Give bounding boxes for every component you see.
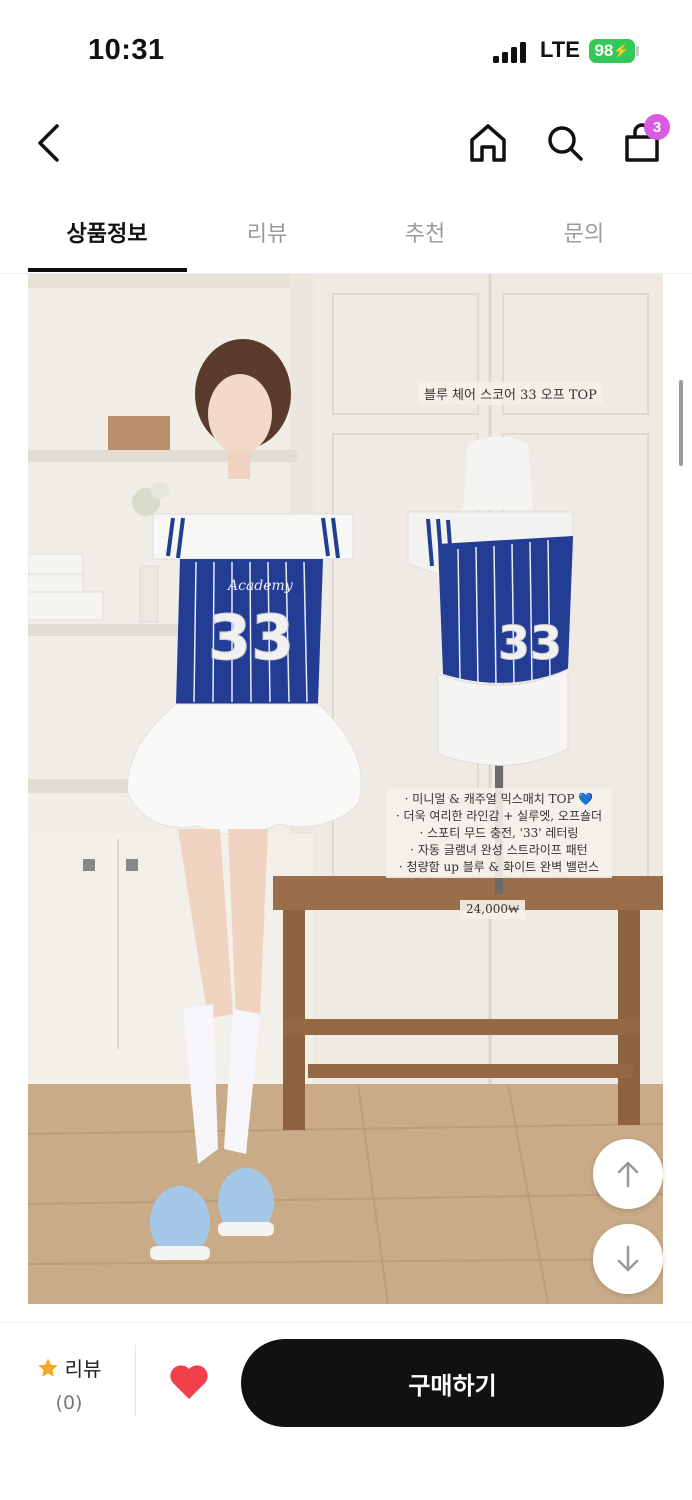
battery-icon: 98 ⚡ [589, 39, 635, 63]
jersey-script: Academy [226, 578, 294, 594]
arrow-up-icon [617, 1161, 639, 1188]
scroll-top-button[interactable] [593, 1139, 663, 1209]
mannequin-jersey-number: 33 [498, 616, 562, 670]
feature-line: · 자동 글램녀 완성 스트라이프 패턴 [410, 843, 588, 857]
product-caption-title: 블루 체어 스코어 33 오프 TOP [418, 382, 603, 405]
status-time: 10:31 [88, 34, 165, 66]
wishlist-button[interactable] [164, 1357, 214, 1407]
divider [135, 1345, 136, 1417]
arrow-down-icon [617, 1245, 639, 1272]
search-icon [548, 126, 583, 161]
battery-tip [636, 46, 639, 56]
tab-recommend[interactable]: 추천 [346, 190, 504, 274]
product-price-caption: 24,000₩ [460, 900, 526, 919]
scroll-bottom-button[interactable] [593, 1224, 663, 1294]
network-label: LTE [540, 37, 580, 62]
active-tab-indicator [28, 268, 187, 272]
status-bar: 10:31 LTE 98 ⚡ [0, 0, 692, 100]
heart-icon [170, 1365, 208, 1399]
tab-bar: 상품정보 리뷰 추천 문의 [0, 190, 692, 274]
product-photo: 33 Academy 33 블루 체어 스코어 33 오프 TOP · 미니멀 … [28, 274, 663, 1304]
tab-inquiry[interactable]: 문의 [505, 190, 663, 274]
scrollbar[interactable] [679, 380, 683, 466]
home-icon [470, 124, 506, 162]
star-icon [37, 1357, 58, 1377]
buy-button[interactable]: 구매하기 [241, 1339, 664, 1427]
review-summary[interactable]: 리뷰 (0) [26, 1353, 112, 1414]
feature-line: · 스포티 무드 충전, '33' 레터링 [419, 826, 579, 840]
battery-level: 98 [594, 41, 614, 60]
bottom-action-bar: 리뷰 (0) 구매하기 [0, 1322, 692, 1500]
back-arrow-icon [38, 124, 59, 162]
cart-count-badge: 3 [644, 114, 670, 140]
review-count: (0) [55, 1392, 83, 1414]
back-button[interactable] [26, 118, 70, 168]
signal-icon [493, 41, 527, 63]
product-feature-list: · 미니멀 & 캐주얼 믹스매치 TOP 💙 · 더욱 여리한 라인감 + 실루… [386, 788, 612, 878]
model-jersey-number: 33 [208, 601, 294, 674]
tab-reviews[interactable]: 리뷰 [188, 190, 346, 274]
review-label: 리뷰 [64, 1357, 102, 1381]
feature-line: · 미니멀 & 캐주얼 믹스매치 TOP 💙 [404, 792, 594, 806]
search-button[interactable] [543, 118, 587, 168]
app-header [0, 100, 692, 190]
feature-line: · 청량함 up 블루 & 화이트 완벽 밸런스 [398, 860, 600, 874]
home-button[interactable] [466, 118, 510, 168]
feature-line: · 더욱 여리한 라인감 + 실루엣, 오프숄더 [395, 809, 603, 823]
tab-product-info[interactable]: 상품정보 [28, 190, 186, 274]
